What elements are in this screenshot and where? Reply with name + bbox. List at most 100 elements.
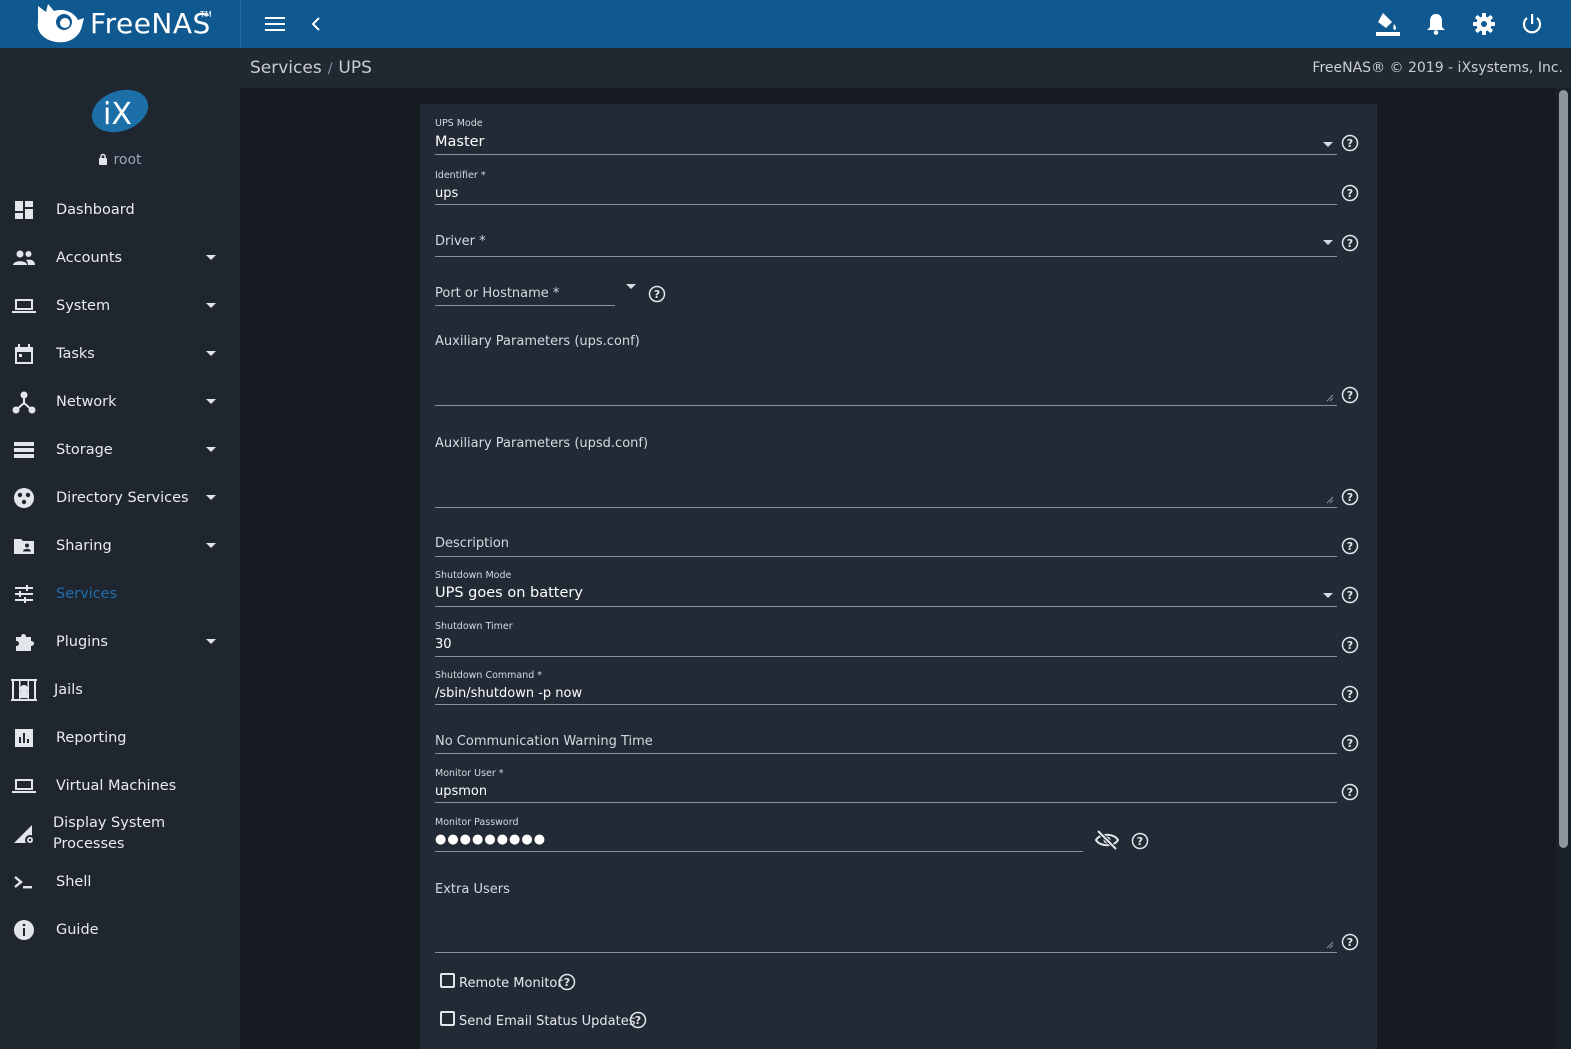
remote-monitor-label[interactable]: Remote Monitor xyxy=(459,976,563,991)
breadcrumb-current: UPS xyxy=(338,58,372,78)
sidebar: iX root Dashboard Accounts System Tasks … xyxy=(0,48,240,1049)
monitor-user-input[interactable]: Monitor User * upsmon xyxy=(435,768,1337,804)
remote-monitor-checkbox[interactable] xyxy=(440,973,455,988)
shutdown-timer-underline xyxy=(435,656,1337,657)
processes-icon xyxy=(14,825,35,845)
email-updates-checkbox[interactable] xyxy=(440,1011,455,1026)
help-icon[interactable]: ? xyxy=(1341,537,1359,555)
shutdown-mode-underline xyxy=(435,606,1337,607)
help-icon[interactable]: ? xyxy=(648,285,666,303)
shutdown-command-value: /sbin/shutdown -p now xyxy=(435,686,583,701)
port-hostname-combobox[interactable]: Port or Hostname * xyxy=(435,280,640,308)
help-icon[interactable]: ? xyxy=(1341,783,1359,801)
freenas-logo[interactable]: FreeNAS TM xyxy=(34,2,234,46)
help-icon[interactable]: ? xyxy=(1341,685,1359,703)
help-icon[interactable]: ? xyxy=(1341,734,1359,752)
resize-handle-icon[interactable] xyxy=(1326,941,1334,949)
svg-text:?: ? xyxy=(1347,237,1353,250)
ups-form-card: UPS Mode Master ? Identifier * ups ? Dri… xyxy=(420,104,1377,1049)
help-icon[interactable]: ? xyxy=(1341,184,1359,202)
help-icon[interactable]: ? xyxy=(1341,488,1359,506)
monitor-password-value: ●●●●●●●●● xyxy=(435,832,547,847)
aux-params-upsd-textarea[interactable]: Auxiliary Parameters (upsd.conf) xyxy=(435,434,1337,508)
lock-icon xyxy=(99,153,108,165)
sidebar-item-system[interactable]: System xyxy=(0,282,240,330)
sidebar-item-shell[interactable]: Shell xyxy=(0,858,240,906)
sidebar-item-services[interactable]: Services xyxy=(0,570,240,618)
chevron-down-icon xyxy=(206,495,216,500)
sidebar-item-guide[interactable]: Guide xyxy=(0,906,240,954)
sidebar-item-accounts[interactable]: Accounts xyxy=(0,234,240,282)
shutdown-command-underline xyxy=(435,704,1337,705)
help-icon[interactable]: ? xyxy=(558,973,576,991)
notifications-button[interactable] xyxy=(1422,10,1450,38)
svg-text:?: ? xyxy=(1347,187,1353,200)
visibility-off-icon[interactable] xyxy=(1095,830,1119,850)
sidebar-item-storage[interactable]: Storage xyxy=(0,426,240,474)
chevron-down-icon xyxy=(206,303,216,308)
directory-icon xyxy=(14,488,34,508)
sidebar-item-jails[interactable]: Jails xyxy=(0,666,240,714)
identifier-input[interactable]: Identifier * ups xyxy=(435,170,1337,206)
resize-handle-icon[interactable] xyxy=(1326,394,1334,402)
sidebar-item-plugins[interactable]: Plugins xyxy=(0,618,240,666)
help-icon[interactable]: ? xyxy=(1341,386,1359,404)
sidebar-item-directory-services[interactable]: Directory Services xyxy=(0,474,240,522)
sidebar-item-reporting[interactable]: Reporting xyxy=(0,714,240,762)
help-icon[interactable]: ? xyxy=(1341,234,1359,252)
description-input[interactable]: Description xyxy=(435,534,1337,558)
svg-text:?: ? xyxy=(1347,540,1353,553)
chevron-down-icon xyxy=(206,447,216,452)
tune-icon xyxy=(15,585,33,603)
extra-users-textarea[interactable]: Extra Users xyxy=(435,880,1337,954)
sidebar-item-label: Guide xyxy=(56,921,99,938)
sidebar-item-dashboard[interactable]: Dashboard xyxy=(0,186,240,234)
svg-text:?: ? xyxy=(654,288,660,301)
chevron-down-icon[interactable] xyxy=(626,284,636,289)
monitor-password-input[interactable]: Monitor Password ●●●●●●●●● xyxy=(435,817,1083,853)
power-button[interactable] xyxy=(1518,10,1546,38)
theme-button[interactable] xyxy=(1374,10,1402,38)
help-icon[interactable]: ? xyxy=(1341,933,1359,951)
chevron-left-icon xyxy=(311,17,320,31)
collapse-sidebar-button[interactable] xyxy=(302,10,330,38)
chevron-down-icon[interactable] xyxy=(1323,593,1333,598)
laptop-icon xyxy=(12,299,36,313)
nocomm-warning-input[interactable]: No Communication Warning Time xyxy=(435,732,1337,756)
monitor-password-underline xyxy=(435,851,1083,852)
settings-button[interactable] xyxy=(1470,10,1498,38)
shutdown-command-input[interactable]: Shutdown Command * /sbin/shutdown -p now xyxy=(435,670,1337,706)
driver-select[interactable]: Driver * xyxy=(435,232,1337,258)
brand-trademark: TM xyxy=(200,10,212,19)
main-content: UPS Mode Master ? Identifier * ups ? Dri… xyxy=(240,88,1571,1049)
network-icon xyxy=(12,391,36,414)
help-icon[interactable]: ? xyxy=(1131,832,1149,850)
sidebar-item-network[interactable]: Network xyxy=(0,378,240,426)
sidebar-item-label: Directory Services xyxy=(56,489,189,506)
ups-mode-value: Master xyxy=(435,134,485,150)
sidebar-item-tasks[interactable]: Tasks xyxy=(0,330,240,378)
help-icon[interactable]: ? xyxy=(629,1011,647,1029)
sidebar-item-display-system-processes[interactable]: Display System Processes xyxy=(0,810,240,858)
driver-label: Driver * xyxy=(435,234,486,249)
chevron-down-icon[interactable] xyxy=(1323,240,1333,245)
help-icon[interactable]: ? xyxy=(1341,636,1359,654)
shutdown-mode-select[interactable]: Shutdown Mode UPS goes on battery xyxy=(435,570,1337,610)
chevron-down-icon[interactable] xyxy=(1323,142,1333,147)
help-icon[interactable]: ? xyxy=(1341,586,1359,604)
help-icon[interactable]: ? xyxy=(1341,134,1359,152)
breadcrumb-parent[interactable]: Services xyxy=(250,58,322,78)
ups-mode-select[interactable]: UPS Mode Master xyxy=(435,118,1337,158)
aux-params-ups-textarea[interactable]: Auxiliary Parameters (ups.conf) xyxy=(435,332,1337,406)
shutdown-timer-input[interactable]: Shutdown Timer 30 xyxy=(435,621,1337,657)
sidebar-item-virtual-machines[interactable]: Virtual Machines xyxy=(0,762,240,810)
sidebar-item-sharing[interactable]: Sharing xyxy=(0,522,240,570)
email-updates-label[interactable]: Send Email Status Updates xyxy=(459,1014,635,1029)
chevron-down-icon xyxy=(206,543,216,548)
content-scrollbar[interactable] xyxy=(1556,88,1571,1049)
resize-handle-icon[interactable] xyxy=(1326,496,1334,504)
copyright-text: FreeNAS® © 2019 - iXsystems, Inc. xyxy=(1312,60,1563,76)
scrollbar-thumb[interactable] xyxy=(1559,90,1568,848)
menu-toggle-button[interactable] xyxy=(261,10,289,38)
extra-users-underline xyxy=(435,952,1337,953)
